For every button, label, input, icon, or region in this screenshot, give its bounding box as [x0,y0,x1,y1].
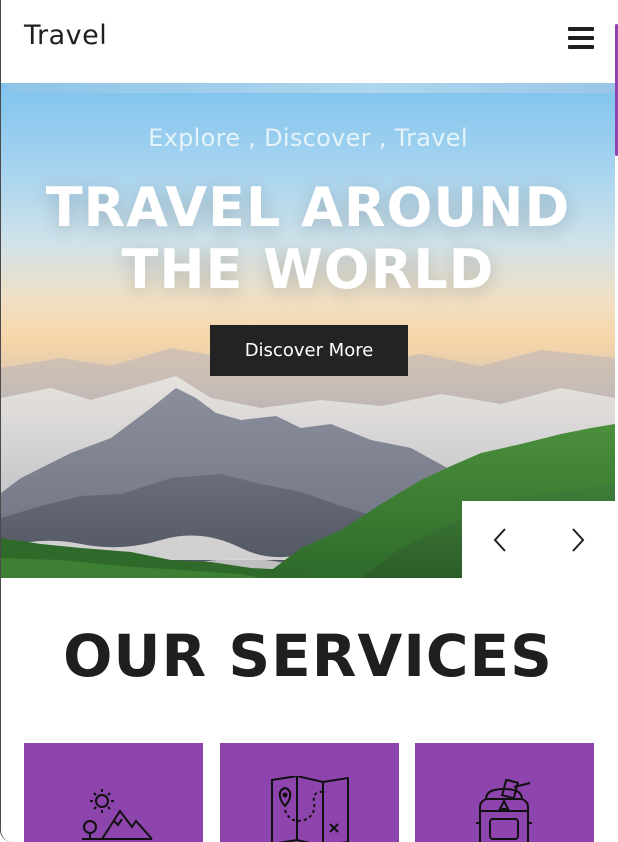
chevron-left-icon[interactable] [489,527,513,553]
service-card[interactable] [415,743,594,842]
hero-title: TRAVEL AROUND THE WORLD [1,177,615,301]
discover-more-button[interactable]: Discover More [210,325,408,376]
hamburger-bar [568,45,594,49]
hero-title-line: THE WORLD [121,238,495,301]
chevron-right-icon[interactable] [565,527,589,553]
hero-title-line: TRAVEL AROUND [45,176,571,239]
services-heading: OUR SERVICES [63,622,553,690]
backpack-icon [475,779,532,842]
map-route-icon [270,776,349,842]
slider-navigation [462,501,615,578]
brand-logo[interactable]: Travel [24,20,107,51]
site-header: Travel [1,0,615,83]
service-card[interactable] [24,743,203,842]
hamburger-menu-icon[interactable] [568,27,594,51]
hero-top-band [7,83,615,93]
hamburger-bar [568,36,594,40]
service-card[interactable] [220,743,399,842]
page: Travel Explore , Discover , Travel TRAVE… [0,0,618,842]
sun-mountains-icon [81,789,153,840]
hamburger-bar [568,27,594,31]
hero-subtitle: Explore , Discover , Travel [148,124,468,152]
